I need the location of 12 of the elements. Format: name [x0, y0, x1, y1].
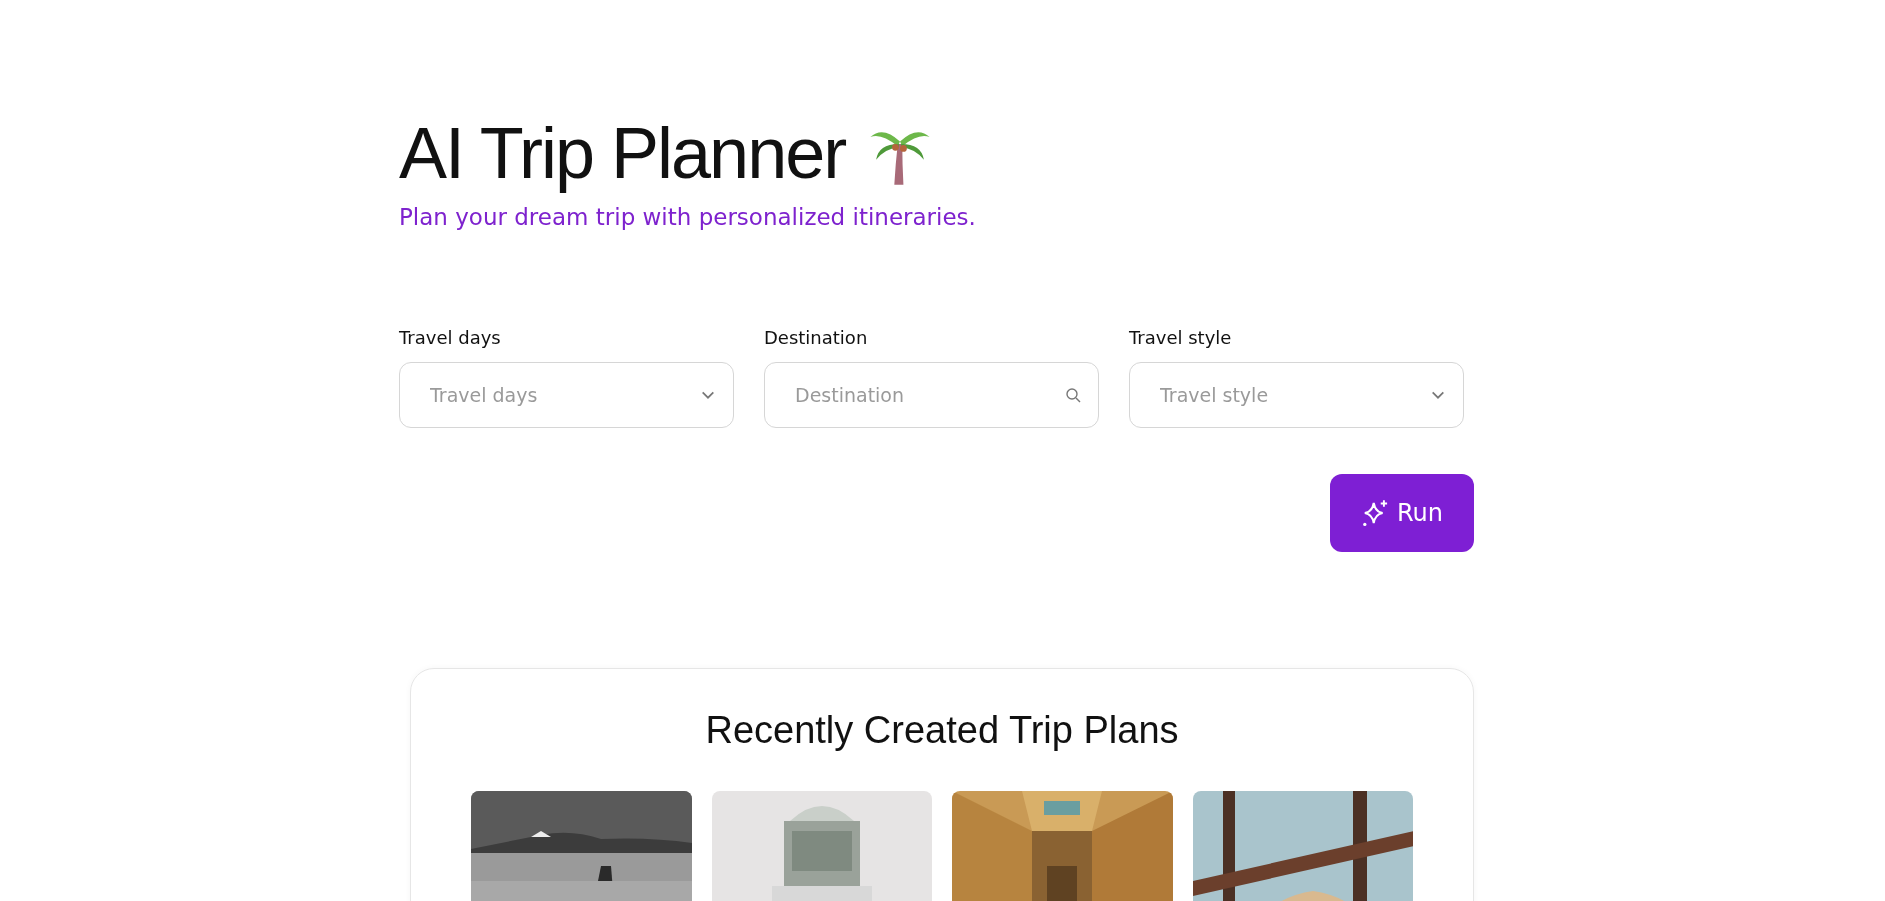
search-icon	[1065, 387, 1081, 403]
sparkle-icon	[1361, 499, 1389, 527]
section-title: Recently Created Trip Plans	[704, 708, 1180, 753]
dropdown-field[interactable]: Travel days	[399, 362, 734, 428]
page-subtitle: Plan your dream trip with personalized itineraries.	[399, 203, 977, 232]
search-field[interactable]: Destination	[764, 362, 1099, 428]
page-title: AI Trip Planner	[399, 112, 846, 194]
field-label: Travel style	[1129, 326, 1233, 350]
field-label: Destination	[764, 326, 869, 350]
dropdown-field[interactable]: Travel style	[1129, 362, 1464, 428]
run-button[interactable]: Run	[1330, 474, 1474, 552]
field-label: Travel days	[399, 326, 502, 350]
